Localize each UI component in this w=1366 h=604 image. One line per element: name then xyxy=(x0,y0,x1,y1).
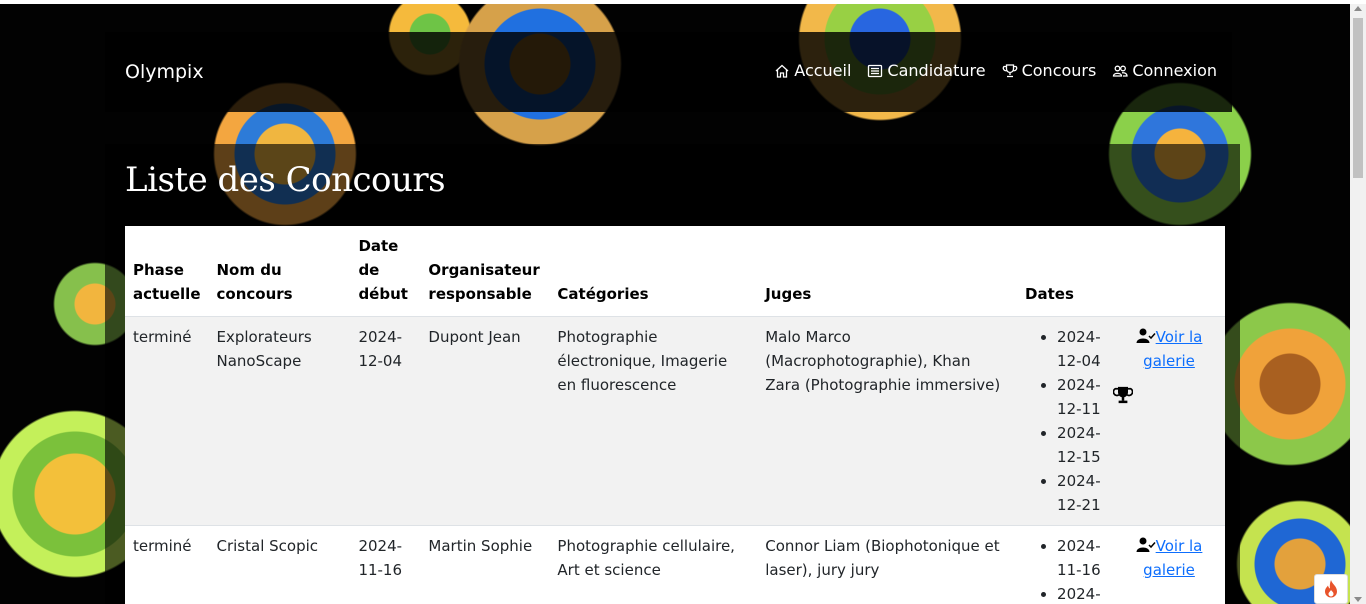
cell-organisateur: Martin Sophie xyxy=(420,525,550,604)
trophy-icon xyxy=(1002,63,1017,77)
dates-list: 2024-12-04 2024-12-11 2024-12-15 2024-12… xyxy=(1025,325,1105,517)
nav-link-connexion[interactable]: Connexion xyxy=(1112,61,1217,80)
navbar: Olympix Accueil Candidature Concours Con… xyxy=(105,32,1232,112)
date-item: 2024- xyxy=(1057,582,1105,604)
cell-nom: Explorateurs NanoScape xyxy=(208,316,351,526)
browser-top-edge xyxy=(0,0,1366,4)
date-item: 2024-12-04 xyxy=(1057,325,1105,373)
cell-date-debut: 2024-11-16 xyxy=(350,525,421,604)
nav-label: Candidature xyxy=(887,61,986,80)
user-check-icon xyxy=(1136,328,1156,343)
cell-actions: Voir la galerie xyxy=(1113,525,1225,604)
scroll-up-arrow-icon[interactable] xyxy=(1354,6,1362,11)
cell-categories: Photographie cellulaire, Art et science xyxy=(549,525,758,604)
cell-actions: Voir la galerie xyxy=(1113,316,1225,526)
cell-organisateur: Dupont Jean xyxy=(420,316,550,526)
cell-nom: Cristal Scopic xyxy=(208,525,351,604)
header-date-debut: Date de début xyxy=(350,226,421,317)
cell-phase: terminé xyxy=(125,525,209,604)
brand-logo[interactable]: Olympix xyxy=(125,61,204,83)
people-icon xyxy=(1113,65,1128,77)
header-actions xyxy=(1113,226,1225,317)
scroll-thumb[interactable] xyxy=(1353,18,1363,178)
cell-dates: 2024-11-16 2024- xyxy=(1017,525,1114,604)
cell-phase: terminé xyxy=(125,316,209,526)
cell-date-debut: 2024-12-04 xyxy=(350,316,421,526)
date-item: 2024-12-15 xyxy=(1057,421,1105,469)
page-title: Liste des Concours xyxy=(125,160,446,200)
date-item: 2024-12-11 xyxy=(1057,373,1105,421)
nav-links: Accueil Candidature Concours Connexion xyxy=(774,61,1217,80)
date-item: 2024-12-21 xyxy=(1057,469,1105,517)
table-header-row: Phase actuelle Nom du concours Date de début… xyxy=(125,226,1225,317)
nav-link-concours[interactable]: Concours xyxy=(1002,61,1097,80)
cell-categories: Photographie électronique, Imagerie en f… xyxy=(549,316,758,526)
user-check-icon xyxy=(1136,537,1156,552)
nav-link-accueil[interactable]: Accueil xyxy=(774,61,851,80)
cell-juges: Connor Liam (Biophotonique et laser), ju… xyxy=(757,525,1018,604)
dates-list: 2024-11-16 2024- xyxy=(1025,534,1105,604)
nav-label: Accueil xyxy=(794,61,852,80)
cell-juges: Malo Marco (Macrophotographie), Khan Zar… xyxy=(757,316,1018,526)
concours-table: Phase actuelle Nom du concours Date de début… xyxy=(125,226,1225,604)
cell-dates: 2024-12-04 2024-12-11 2024-12-15 2024-12… xyxy=(1017,316,1114,526)
floating-fire-button[interactable] xyxy=(1314,574,1348,604)
header-organisateur: Organisateur responsable xyxy=(420,226,550,317)
trophy-icon[interactable] xyxy=(1113,385,1134,405)
table-row: terminé Explorateurs NanoScape 2024-12-0… xyxy=(125,316,1225,526)
nav-link-candidature[interactable]: Candidature xyxy=(867,61,986,80)
header-dates: Dates xyxy=(1017,226,1114,317)
table-row: terminé Cristal Scopic 2024-11-16 Martin… xyxy=(125,525,1225,604)
newspaper-icon xyxy=(868,64,883,77)
header-nom: Nom du concours xyxy=(208,226,351,317)
concours-table-container: Phase actuelle Nom du concours Date de début… xyxy=(125,226,1225,604)
date-item: 2024-11-16 xyxy=(1057,534,1105,582)
home-icon xyxy=(775,64,789,78)
header-phase: Phase actuelle xyxy=(125,226,209,317)
page-scrollbar[interactable] xyxy=(1350,4,1366,604)
nav-label: Connexion xyxy=(1132,61,1217,80)
nav-label: Concours xyxy=(1021,61,1097,80)
scroll-down-arrow-icon[interactable] xyxy=(1354,597,1362,602)
header-juges: Juges xyxy=(757,226,1018,317)
flame-icon xyxy=(1325,580,1337,598)
header-categories: Catégories xyxy=(549,226,758,317)
